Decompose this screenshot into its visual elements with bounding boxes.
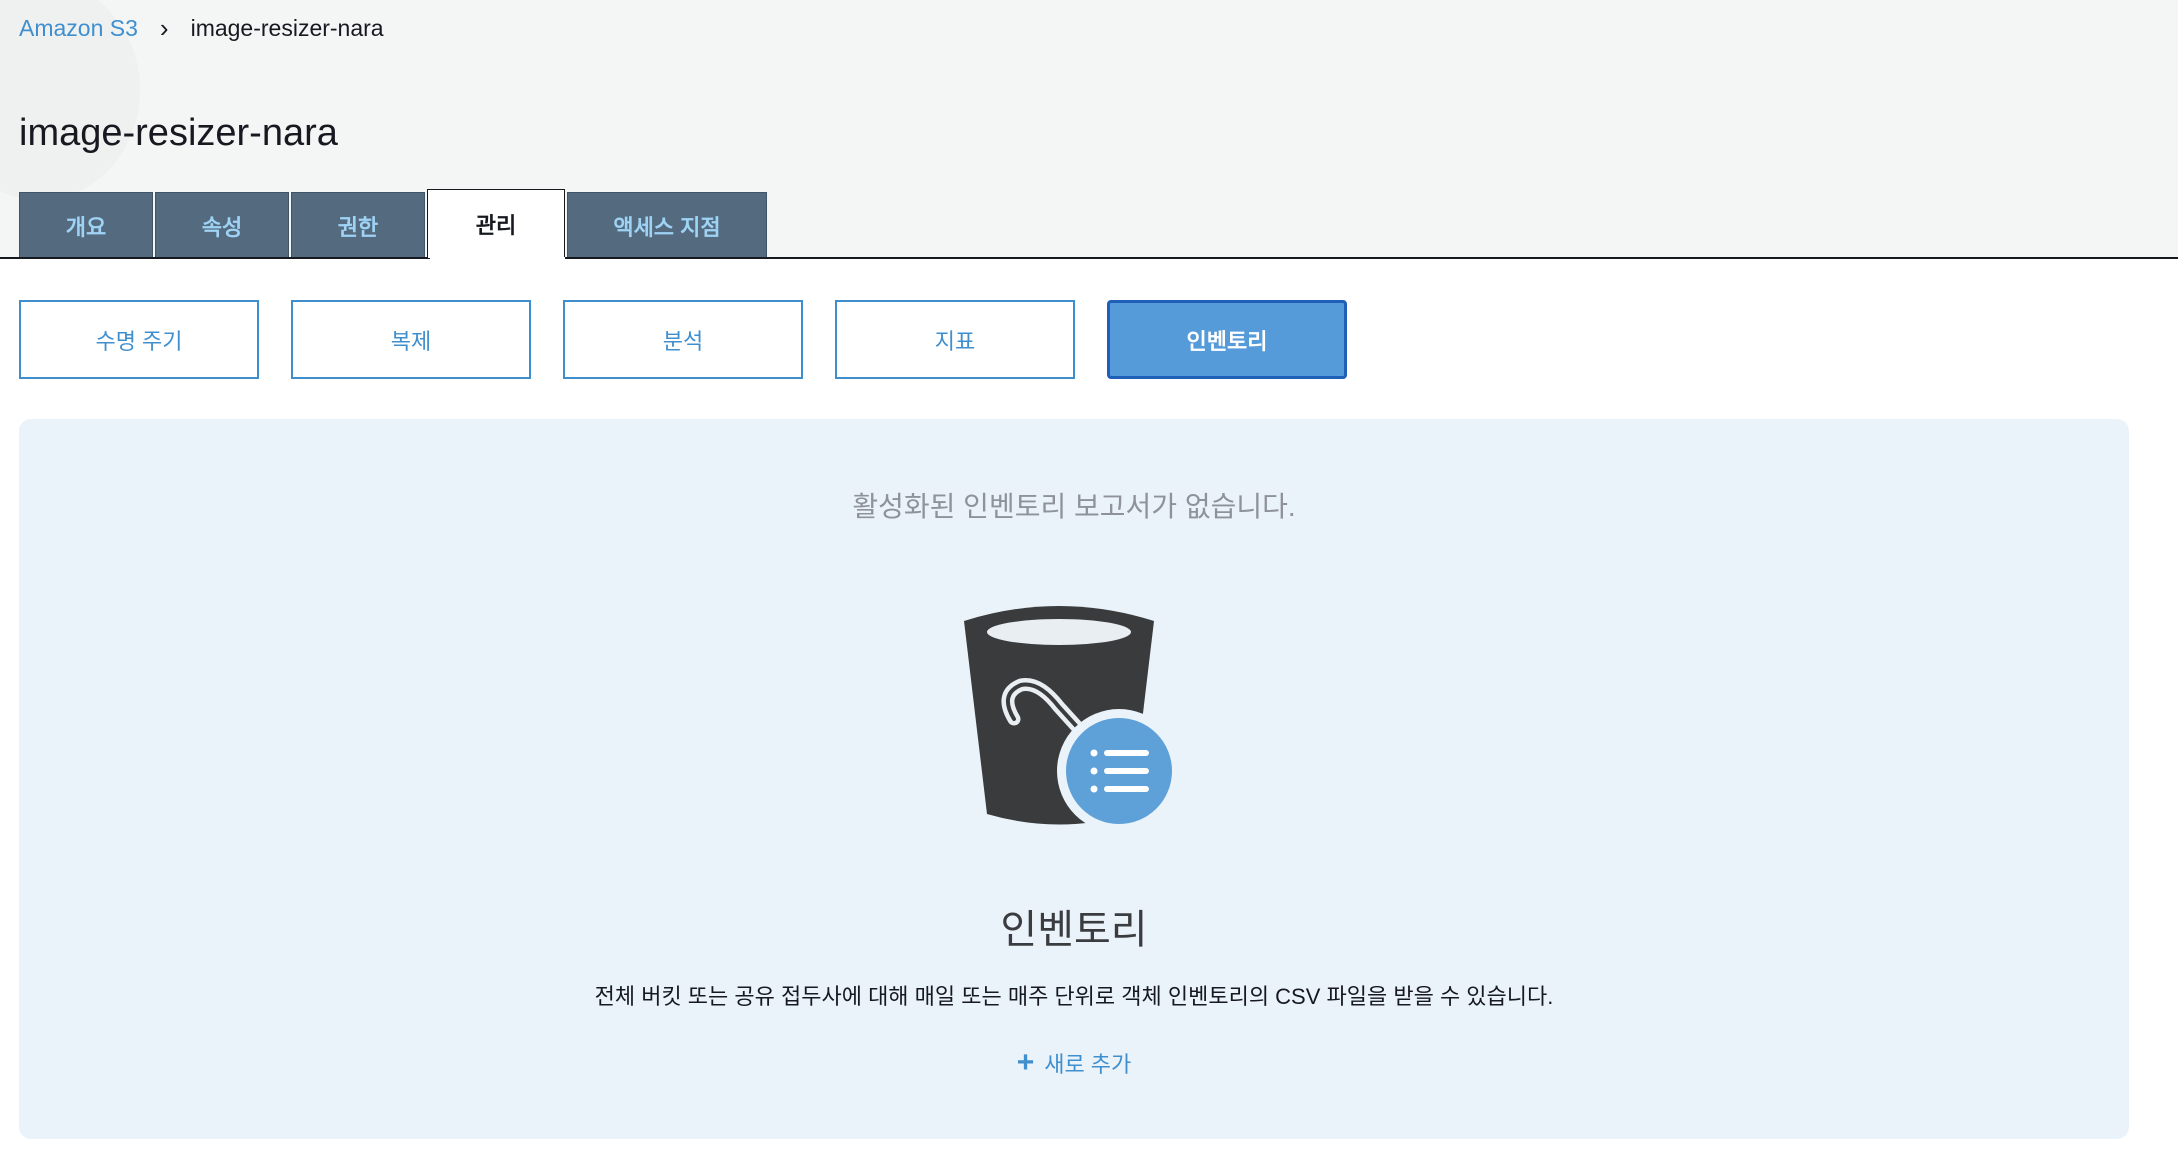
tabs-divider <box>0 257 2178 259</box>
subtab-metrics[interactable]: 지표 <box>835 300 1075 379</box>
page-title: image-resizer-nara <box>19 112 338 154</box>
subtab-analytics[interactable]: 분석 <box>563 300 803 379</box>
subtab-lifecycle[interactable]: 수명 주기 <box>19 300 259 379</box>
tab-permissions[interactable]: 권한 <box>291 192 425 258</box>
inventory-description: 전체 버킷 또는 공유 접두사에 대해 매일 또는 매주 단위로 객체 인벤토리… <box>594 984 1554 1009</box>
breadcrumb-amazon-s3-link[interactable]: Amazon S3 <box>19 15 138 42</box>
tab-overview[interactable]: 개요 <box>19 192 153 258</box>
breadcrumb-current: image-resizer-nara <box>190 14 384 41</box>
add-new-inventory-button[interactable]: + 새로 추가 <box>19 1047 2129 1079</box>
management-subtabs: 수명 주기 복제 분석 지표 인벤토리 <box>19 300 1347 379</box>
chevron-right-icon: › <box>159 13 169 43</box>
add-new-label: 새로 추가 <box>1044 1052 1132 1077</box>
tab-properties[interactable]: 속성 <box>155 192 289 258</box>
subtab-replication[interactable]: 복제 <box>291 300 531 379</box>
bucket-list-icon <box>959 599 1209 839</box>
inventory-title: 인벤토리 <box>1000 908 1148 952</box>
bucket-tabs: 개요 속성 권한 관리 액세스 지점 <box>19 189 769 258</box>
tab-management[interactable]: 관리 <box>427 189 565 258</box>
subtab-inventory[interactable]: 인벤토리 <box>1107 300 1347 379</box>
inventory-empty-panel: 활성화된 인벤토리 보고서가 없습니다. 인벤토리 전체 버킷 또는 공유 접두… <box>19 419 2129 1139</box>
tab-access-points[interactable]: 액세스 지점 <box>567 192 767 258</box>
plus-icon: + <box>1016 1046 1035 1079</box>
empty-state-message: 활성화된 인벤토리 보고서가 없습니다. <box>852 491 1296 522</box>
breadcrumb: Amazon S3 › image-resizer-nara <box>19 12 384 44</box>
active-tab-gap <box>430 257 565 259</box>
